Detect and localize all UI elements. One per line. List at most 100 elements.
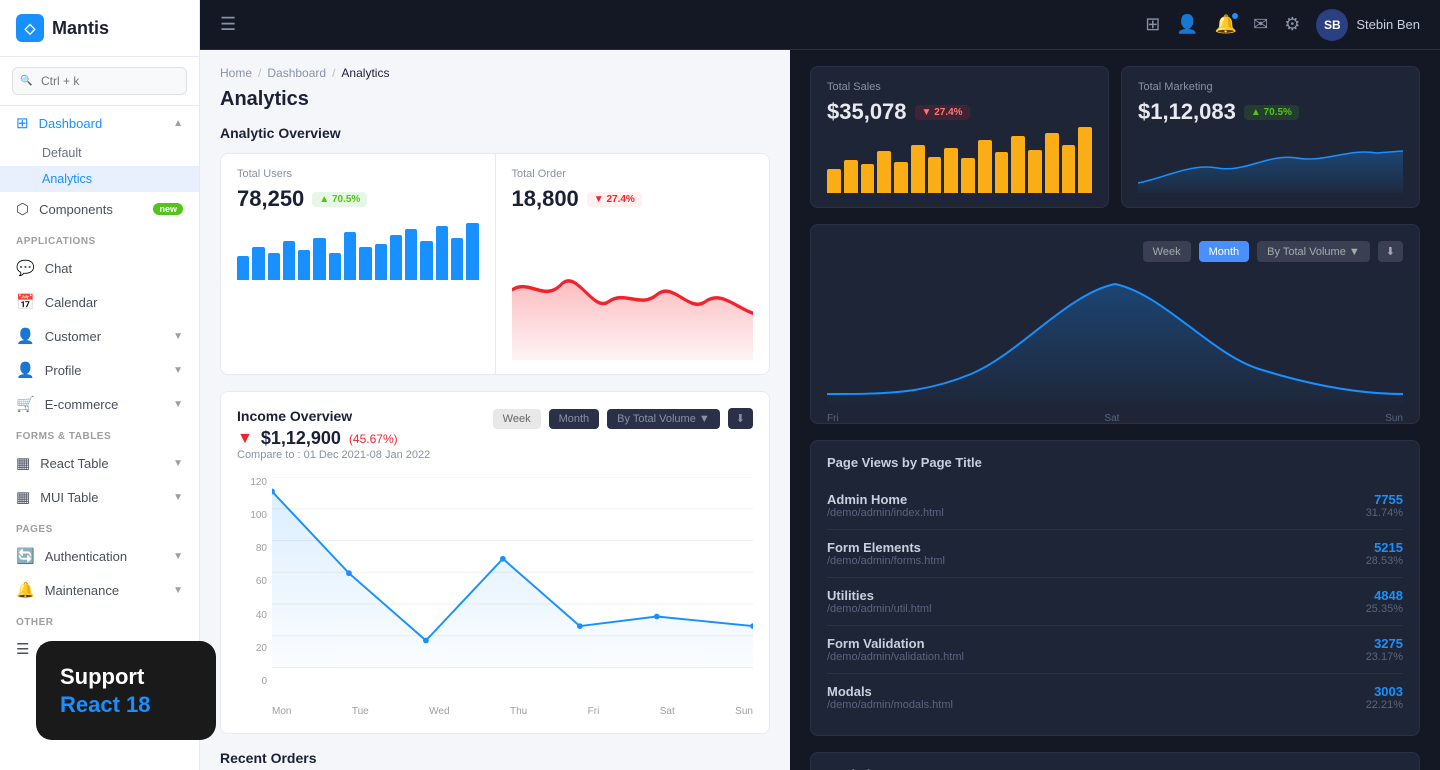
dark-week-button[interactable]: Week (1143, 241, 1191, 262)
dark-stat-badge-marketing: ▲ 70.5% (1244, 105, 1299, 120)
month-button[interactable]: Month (549, 409, 600, 429)
apps-section-label: Applications (0, 226, 199, 251)
income-amount-row: ▼ $1,12,900 (45.67%) (237, 428, 430, 449)
volume-button[interactable]: By Total Volume ▼ (607, 409, 720, 429)
app-name: Mantis (52, 18, 109, 39)
bar-16 (466, 223, 478, 280)
income-header: Income Overview ▼ $1,12,900 (45.67%) Com… (237, 408, 753, 473)
y-label-20: 20 (237, 643, 267, 654)
bar-5 (298, 250, 310, 280)
sidebar-item-maintenance[interactable]: 🔔 Maintenance ▼ (0, 573, 199, 607)
sidebar-logo[interactable]: ◇ Mantis (0, 0, 199, 57)
notification-icon[interactable]: 🔔 (1215, 14, 1237, 35)
g-bar-15 (1062, 145, 1076, 193)
settings-icon[interactable]: ⚙ (1284, 14, 1300, 35)
y-label-0: 0 (237, 676, 267, 687)
income-pct: (45.67%) (349, 432, 398, 446)
user-avatar-section[interactable]: SB Stebin Ben (1316, 9, 1420, 41)
chevron-down-auth: ▼ (173, 551, 183, 562)
stat-card-total-order: Total Order 18,800 ▼ 27.4% (496, 153, 771, 375)
x-label-wed: Wed (429, 706, 449, 717)
sidebar-item-dashboard[interactable]: ⊞ Dashboard ▲ (0, 106, 199, 140)
pv-pct-admin-home: 31.74% (1366, 507, 1403, 519)
g-bar-1 (827, 169, 841, 193)
pv-info-admin-home: Admin Home /demo/admin/index.html (827, 492, 944, 519)
g-bar-3 (861, 164, 875, 193)
week-button[interactable]: Week (493, 409, 541, 429)
components-icon: ⬡ (16, 200, 29, 218)
stat-value-users: 78,250 (237, 186, 304, 212)
breadcrumb-dashboard[interactable]: Dashboard (267, 66, 326, 80)
sidebar-customer-label: Customer (45, 329, 101, 344)
stat-label-order: Total Order (512, 168, 754, 180)
pv-count-admin-home: 7755 31.74% (1366, 492, 1403, 519)
download-button[interactable]: ⬇ (728, 408, 753, 429)
dark-month-button[interactable]: Month (1199, 241, 1250, 262)
bar-13 (420, 241, 432, 280)
bar-10 (375, 244, 387, 280)
g-bar-16 (1078, 127, 1092, 193)
bar-9 (359, 247, 371, 280)
breadcrumb-current: Analytics (341, 66, 389, 80)
right-panel: Total Sales $35,078 ▼ 27.4% (790, 50, 1440, 770)
chevron-down-maintenance: ▼ (173, 585, 183, 596)
sidebar-item-profile[interactable]: 👤 Profile ▼ (0, 353, 199, 387)
pv-title-form-validation: Form Validation (827, 636, 964, 651)
dark-stat-card-sales: Total Sales $35,078 ▼ 27.4% (810, 66, 1109, 208)
main-content: ☰ ⊞ 👤 🔔 ✉ ⚙ SB Stebin Ben Home / Dashboa… (200, 0, 1440, 770)
search-input[interactable] (12, 67, 187, 95)
sidebar-sub-analytics[interactable]: Analytics (0, 166, 199, 192)
sidebar-item-authentication[interactable]: 🔄 Authentication ▼ (0, 539, 199, 573)
apps-icon[interactable]: ⊞ (1145, 14, 1160, 35)
stat-cards-row: Total Users 78,250 ▲ 70.5% (220, 153, 770, 375)
left-panel: Home / Dashboard / Analytics Analytics A… (200, 50, 790, 770)
dark-download-button[interactable]: ⬇ (1378, 241, 1403, 262)
sidebar-sub-default[interactable]: Default (0, 140, 199, 166)
pv-path-form-elements: /demo/admin/forms.html (827, 555, 945, 567)
pv-count-form-elements: 5215 28.53% (1366, 540, 1403, 567)
hamburger-icon[interactable]: ☰ (220, 14, 236, 35)
support-popup[interactable]: Support React 18 (36, 641, 216, 740)
g-bar-11 (995, 152, 1009, 193)
bar-1 (237, 256, 249, 280)
user-switch-icon[interactable]: 👤 (1176, 14, 1198, 35)
g-bar-6 (911, 145, 925, 193)
income-down-arrow: ▼ (237, 430, 253, 448)
sidebar-search-wrap (0, 57, 199, 106)
x-label-tue: Tue (352, 706, 369, 717)
y-label-40: 40 (237, 610, 267, 621)
sidebar-item-chat[interactable]: 💬 Chat (0, 251, 199, 285)
pv-title-form-elements: Form Elements (827, 540, 945, 555)
dark-stat-label-sales: Total Sales (827, 81, 1092, 93)
y-label-120: 120 (237, 477, 267, 488)
chevron-down-react-table: ▼ (173, 458, 183, 469)
chevron-up-icon: ▲ (173, 118, 183, 129)
sidebar-item-components[interactable]: ⬡ Components new (0, 192, 199, 226)
stat-value-row-users: 78,250 ▲ 70.5% (237, 186, 479, 212)
pv-info-modals: Modals /demo/admin/modals.html (827, 684, 953, 711)
mail-icon[interactable]: ✉ (1253, 14, 1268, 35)
pv-num-modals: 3003 (1366, 684, 1403, 699)
ecommerce-icon: 🛒 (16, 395, 35, 413)
topbar-left: ☰ (220, 14, 236, 35)
support-popup-title: Support (60, 663, 192, 692)
g-bar-2 (844, 160, 858, 193)
sales-bar-chart (827, 133, 1092, 193)
sidebar-item-customer[interactable]: 👤 Customer ▼ (0, 319, 199, 353)
bar-11 (390, 235, 402, 280)
dark-x-sat: Sat (1104, 413, 1119, 424)
sidebar-item-calendar[interactable]: 📅 Calendar (0, 285, 199, 319)
breadcrumb: Home / Dashboard / Analytics (220, 66, 770, 80)
breadcrumb-home[interactable]: Home (220, 66, 252, 80)
dark-volume-button[interactable]: By Total Volume ▼ (1257, 241, 1370, 262)
recent-orders-title: Recent Orders (220, 750, 770, 766)
income-amount: $1,12,900 (261, 428, 341, 449)
sidebar-maintenance-label: Maintenance (45, 583, 119, 598)
bar-6 (313, 238, 325, 280)
x-label-thu: Thu (510, 706, 527, 717)
g-bar-14 (1045, 133, 1059, 193)
sidebar-item-mui-table[interactable]: ▦ MUI Table ▼ (0, 480, 199, 514)
sidebar-item-react-table[interactable]: ▦ React Table ▼ (0, 446, 199, 480)
sidebar-item-ecommerce[interactable]: 🛒 E-commerce ▼ (0, 387, 199, 421)
sidebar-react-table-label: React Table (40, 456, 108, 471)
